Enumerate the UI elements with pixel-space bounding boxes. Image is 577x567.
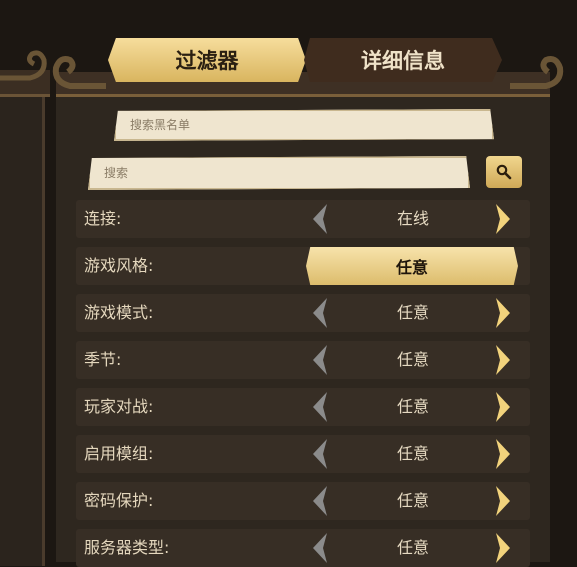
arrow-right-icon[interactable] [492,532,514,564]
server-search-field[interactable] [88,156,470,190]
filter-row-mods: 启用模组: 任意 [76,435,530,473]
filter-row-game-style: 游戏风格: 任意 [76,247,530,285]
filter-value: 任意 [396,491,429,510]
search-button[interactable] [486,156,522,188]
filter-row-pvp: 玩家对战: 任意 [76,388,530,426]
arrow-left-icon[interactable] [309,532,331,564]
arrow-right-icon[interactable] [492,344,514,376]
arrow-left-icon[interactable] [309,485,331,517]
left-ornament-icon [0,50,47,81]
filter-row-season: 季节: 任意 [76,341,530,379]
filter-value: 任意 [396,444,429,463]
filter-label: 连接: [84,209,122,228]
tab-details-label: 详细信息 [361,49,445,73]
filter-value: 在线 [396,209,429,228]
arrow-left-icon[interactable] [309,297,331,329]
arrow-right-icon[interactable] [492,297,514,329]
tab-filters[interactable]: 过滤器 [108,38,306,82]
filter-row-game-mode: 游戏模式: 任意 [76,294,530,332]
filter-label: 服务器类型: [84,538,170,557]
arrow-left-icon[interactable] [309,344,331,376]
filter-value: 任意 [396,303,429,322]
filter-value: 任意 [395,258,428,277]
filter-label: 启用模组: [84,444,154,463]
left-panel [0,86,45,566]
arrow-right-icon[interactable] [492,485,514,517]
filter-value: 任意 [396,397,429,416]
filter-row-password: 密码保护: 任意 [76,482,530,520]
left-curl-ornament-icon [52,56,106,89]
arrow-right-icon[interactable] [492,391,514,423]
magnifier-icon [496,164,512,180]
arrow-right-icon[interactable] [492,438,514,470]
arrow-right-icon[interactable] [492,203,514,235]
filter-row-connection: 连接: 在线 [76,200,530,238]
blacklist-search-input[interactable] [116,111,492,139]
filter-value: 任意 [396,350,429,369]
arrow-left-icon[interactable] [309,438,331,470]
filter-row-server-type: 服务器类型: 任意 [76,529,530,567]
server-search-input[interactable] [90,158,468,188]
filter-label: 密码保护: [84,491,154,510]
filter-label: 季节: [84,350,122,369]
tab-details[interactable]: 详细信息 [304,38,502,82]
blacklist-search-field[interactable] [114,109,494,141]
filter-label: 游戏风格: [84,256,154,275]
arrow-left-icon[interactable] [309,391,331,423]
arrow-left-icon[interactable] [309,203,331,235]
right-curl-ornament-icon [510,56,564,89]
filter-value: 任意 [396,538,429,557]
filter-label: 游戏模式: [84,303,154,322]
filter-label: 玩家对战: [84,397,154,416]
game-style-button[interactable]: 任意 [306,247,518,285]
tab-filters-label: 过滤器 [175,49,239,73]
